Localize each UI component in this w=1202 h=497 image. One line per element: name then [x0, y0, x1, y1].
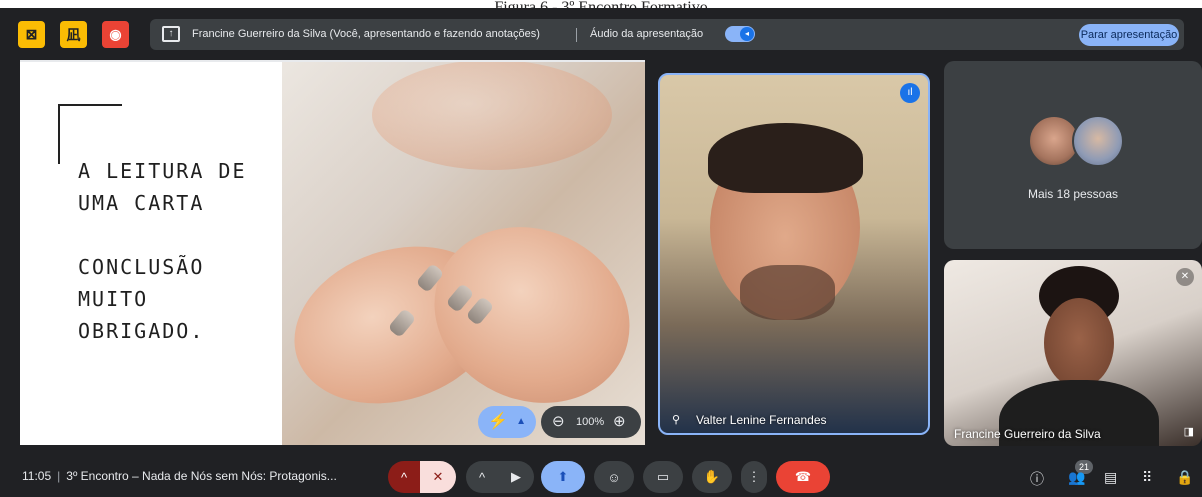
more-participants-label: Mais 18 pessoas	[1027, 187, 1119, 201]
self-name: Francine Guerreiro da Silva	[954, 427, 1101, 441]
meeting-title: 3º Encontro – Nada de Nós sem Nós: Prota…	[66, 469, 337, 483]
info-icon[interactable]: ⓘ	[1030, 469, 1044, 489]
chevron-up-icon: ^	[400, 469, 408, 485]
presented-slide: A LEITURA DE UMA CARTA CONCLUSÃO MUITO OBRIG…	[20, 60, 645, 445]
mic-options-button[interactable]: ^	[388, 461, 420, 493]
pin-icon[interactable]: ⚲	[672, 413, 680, 426]
captions-icon: ▭	[656, 469, 670, 484]
record-icon[interactable]: ◉	[102, 21, 129, 48]
meet-window: ⊠ 凪 ◉ ↑ Francine Guerreiro da Silva (Voc…	[0, 8, 1202, 497]
slide-line: CONCLUSÃO	[78, 255, 205, 279]
slide-line	[78, 219, 247, 251]
stop-presenting-button[interactable]: Parar apresentação	[1079, 24, 1179, 46]
slide-text: A LEITURA DE UMA CARTA CONCLUSÃO MUITO OBRIG…	[78, 155, 247, 347]
presentation-audio-toggle[interactable]: ◂	[725, 26, 755, 42]
muted-mic-icon: ✕	[1176, 268, 1194, 286]
more-options-button[interactable]: ⋮	[741, 461, 767, 493]
slide-line: OBRIGADO.	[78, 319, 205, 343]
divider: |	[57, 469, 61, 483]
zoom-out-icon[interactable]: ⊖	[552, 406, 565, 438]
self-view-tile[interactable]: ✕ Francine Guerreiro da Silva ◨	[944, 260, 1202, 446]
slide-line: UMA CARTA	[78, 191, 205, 215]
annotation-icon[interactable]: 凪	[60, 21, 87, 48]
reactions-button[interactable]: ⚡ ▲	[478, 406, 536, 438]
bottom-bar: 11:05 | 3º Encontro – Nada de Nós sem Nós:…	[0, 455, 1202, 497]
chevron-up-icon: ^	[478, 469, 486, 485]
lightning-icon: ⚡	[488, 413, 508, 430]
avatar	[1072, 115, 1124, 167]
chat-icon[interactable]: ▤	[1104, 469, 1117, 486]
present-now-button[interactable]: ⬆	[541, 461, 585, 493]
audio-label: Áudio da apresentação	[590, 28, 704, 40]
top-bar: ⊠ 凪 ◉ ↑ Francine Guerreiro da Silva (Voc…	[0, 8, 1202, 56]
speaking-indicator-icon: ıl	[900, 83, 920, 103]
slide-top-rule	[20, 60, 645, 62]
slide-line: A LEITURA DE	[78, 159, 247, 183]
hide-toolbar-icon[interactable]: ⊠	[18, 21, 45, 48]
zoom-level: 100%	[576, 416, 605, 428]
slide-line: MUITO	[78, 287, 149, 311]
meeting-info: 11:05 | 3º Encontro – Nada de Nós sem Nós:…	[22, 469, 337, 483]
mic-toggle-button[interactable]: ✕	[420, 461, 456, 493]
figure-caption: Figura 6 - 3º Encontro Formativo	[0, 0, 1202, 8]
clock-time: 11:05	[22, 469, 52, 483]
participant-tile-main[interactable]: ıl ⚲ Valter Lenine Fernandes	[658, 73, 930, 435]
captions-button[interactable]: ▭	[643, 461, 683, 493]
hand-icon: ✋	[703, 469, 721, 484]
leave-call-button[interactable]: ☎	[776, 461, 830, 493]
camera-icon: ▶	[511, 469, 521, 484]
zoom-in-icon[interactable]: ⊕	[613, 406, 626, 438]
participant-face	[1044, 298, 1114, 388]
camera-toggle-button[interactable]: ▶	[498, 461, 534, 493]
hand-shape	[405, 195, 645, 435]
zoom-control: ⊖ 100% ⊕	[541, 406, 641, 438]
participant-hair	[708, 123, 863, 193]
participant-beard	[740, 265, 835, 320]
people-icon[interactable]: 👥	[1068, 469, 1085, 486]
participant-name: Valter Lenine Fernandes	[696, 413, 827, 427]
speaker-icon: ◂	[740, 27, 754, 41]
hang-up-icon: ☎	[794, 469, 812, 484]
present-screen-icon: ⬆	[557, 469, 569, 484]
slide-corner-mark	[58, 104, 60, 164]
picture-in-picture-icon[interactable]: ◨	[1184, 425, 1194, 438]
raise-hand-button[interactable]: ✋	[692, 461, 732, 493]
more-participants-tile[interactable]: Mais 18 pessoas	[944, 61, 1202, 249]
reactions-button[interactable]: ☺	[594, 461, 634, 493]
host-controls-icon[interactable]: 🔒	[1176, 469, 1193, 486]
slide-corner-mark	[58, 104, 122, 106]
hand-shape	[372, 60, 612, 170]
emoji-icon: ☺	[607, 469, 621, 485]
presenter-text: Francine Guerreiro da Silva (Você, apres…	[192, 28, 540, 40]
more-vert-icon: ⋮	[747, 469, 761, 484]
chevron-up-icon: ▲	[516, 416, 526, 427]
presentation-bar: ↑ Francine Guerreiro da Silva (Você, apr…	[150, 19, 1184, 50]
present-screen-icon: ↑	[162, 26, 180, 42]
camera-options-button[interactable]: ^	[466, 461, 498, 493]
divider	[576, 28, 577, 42]
activities-icon[interactable]: ⠿	[1142, 469, 1152, 486]
slide-photo	[273, 60, 645, 445]
mic-off-icon: ✕	[432, 469, 444, 484]
